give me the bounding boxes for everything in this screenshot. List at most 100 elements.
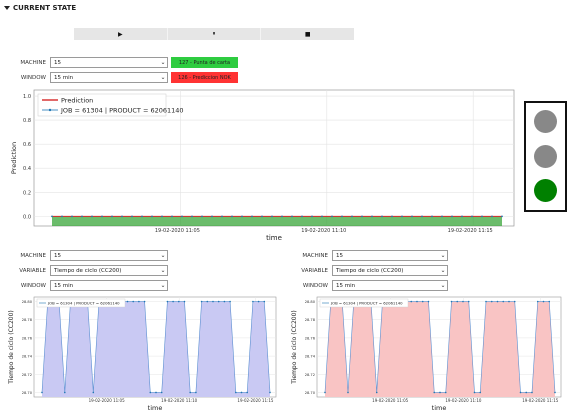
x-tick-label: 19-02-2020 11:05	[372, 398, 409, 403]
data-point	[71, 215, 73, 218]
stop-button[interactable]: ■	[260, 28, 354, 40]
left-machine-label: MACHINE	[20, 253, 46, 259]
y-axis-label: Prediction	[10, 142, 18, 174]
left-window-select[interactable]: 15 min ⌄	[50, 280, 168, 291]
section-header[interactable]: CURRENT STATE	[4, 4, 76, 12]
data-point	[161, 215, 163, 218]
data-point	[502, 300, 505, 303]
data-point	[491, 215, 493, 218]
stop-icon: ■	[304, 30, 311, 38]
chevron-down-icon: ⌄	[160, 59, 166, 66]
data-point	[257, 300, 260, 303]
y-tick-label: 0.8	[23, 118, 31, 124]
right-machine-label: MACHINE	[302, 253, 328, 259]
window-label: WINDOW	[20, 75, 46, 81]
data-point	[241, 215, 243, 218]
data-point	[375, 391, 378, 394]
data-point	[171, 215, 173, 218]
left-window-value: 15 min	[54, 282, 74, 289]
right-variable-value: Tiempo de ciclo (CC200)	[336, 267, 404, 274]
data-point	[441, 215, 443, 218]
left-cycle-time-chart: 28.80 28.78 28.76 28.74 28.72 28.70 19-02-2020…	[8, 296, 277, 412]
data-point	[542, 300, 545, 303]
traffic-light-top	[534, 110, 557, 133]
data-point	[211, 215, 213, 218]
data-point	[471, 215, 473, 218]
data-point	[92, 391, 95, 394]
machine-select[interactable]: 15 ⌄	[50, 57, 168, 68]
data-point	[191, 215, 193, 218]
data-point	[473, 391, 476, 394]
pause-button[interactable]: ⏸	[166, 28, 261, 40]
playback-toolbar: ▶ ⏸ ■	[74, 28, 354, 40]
data-point	[261, 215, 263, 218]
status-badge-ok: 127 - Punta de carta	[171, 57, 238, 68]
y-axis-label: Tiempo de ciclo (CC200)	[291, 310, 298, 385]
data-point	[341, 215, 343, 218]
data-point	[121, 215, 123, 218]
left-machine-select[interactable]: 15 ⌄	[50, 250, 168, 261]
pause-icon: ⏸	[212, 30, 216, 37]
x-tick-label: 19-02-2020 11:05	[155, 228, 200, 234]
data-point	[451, 215, 453, 218]
data-point	[172, 300, 174, 303]
data-point	[64, 391, 66, 394]
right-variable-label: VARIABLE	[301, 268, 328, 274]
data-point	[41, 391, 43, 394]
data-point	[361, 215, 363, 218]
left-window-label: WINDOW	[20, 283, 46, 289]
y-tick-label: 0.2	[23, 190, 31, 196]
y-tick-label: 28.74	[22, 355, 33, 359]
data-point	[331, 215, 333, 218]
y-tick-label: 0.0	[23, 214, 31, 220]
data-point	[189, 391, 191, 394]
data-point	[143, 300, 146, 303]
y-tick-label: 28.80	[305, 300, 316, 304]
data-point	[141, 215, 143, 218]
data-point	[235, 391, 237, 394]
x-tick-label: 19-02-2020 11:05	[89, 398, 126, 403]
data-point	[183, 300, 186, 303]
window-select-value: 15 min	[54, 74, 74, 81]
data-point	[456, 300, 459, 303]
data-point	[381, 215, 383, 218]
dashboard: CURRENT STATE ▶ ⏸ ■ MACHINE 15 ⌄ 127 - P…	[0, 0, 571, 415]
data-point	[206, 300, 209, 303]
data-point	[252, 300, 254, 303]
data-point	[111, 215, 113, 218]
data-point	[217, 300, 220, 303]
right-machine-value: 15	[336, 252, 343, 259]
y-tick-label: 28.76	[305, 336, 316, 340]
data-point	[439, 391, 441, 394]
data-point	[246, 391, 248, 394]
caret-down-icon[interactable]	[4, 6, 10, 10]
data-point	[444, 391, 447, 394]
data-point	[181, 215, 183, 218]
chevron-down-icon: ⌄	[440, 282, 446, 289]
left-variable-select[interactable]: Tiempo de ciclo (CC200) ⌄	[50, 265, 168, 276]
left-variable-label: VARIABLE	[19, 268, 46, 274]
data-point	[151, 215, 153, 218]
window-select[interactable]: 15 min ⌄	[50, 72, 168, 83]
right-variable-select[interactable]: Tiempo de ciclo (CC200) ⌄	[332, 265, 448, 276]
data-point	[548, 300, 551, 303]
play-button[interactable]: ▶	[74, 28, 167, 40]
y-tick-label: 28.76	[22, 336, 33, 340]
data-point	[450, 300, 453, 303]
data-point	[251, 215, 253, 218]
y-axis-label: Tiempo de ciclo (CC200)	[8, 310, 15, 385]
chevron-down-icon: ⌄	[160, 74, 166, 81]
data-point	[496, 300, 499, 303]
left-variable-value: Tiempo de ciclo (CC200)	[54, 267, 122, 274]
data-point	[401, 215, 403, 218]
right-window-select[interactable]: 15 min ⌄	[332, 280, 448, 291]
chevron-down-icon: ⌄	[440, 252, 446, 259]
data-point	[321, 215, 323, 218]
data-point	[410, 300, 413, 303]
data-point	[311, 215, 313, 218]
data-point	[427, 300, 430, 303]
legend-label: JOB = 61304 | PRODUCT = 62061140	[330, 301, 403, 306]
right-machine-select[interactable]: 15 ⌄	[332, 250, 448, 261]
data-point	[391, 215, 393, 218]
right-window-value: 15 min	[336, 282, 356, 289]
